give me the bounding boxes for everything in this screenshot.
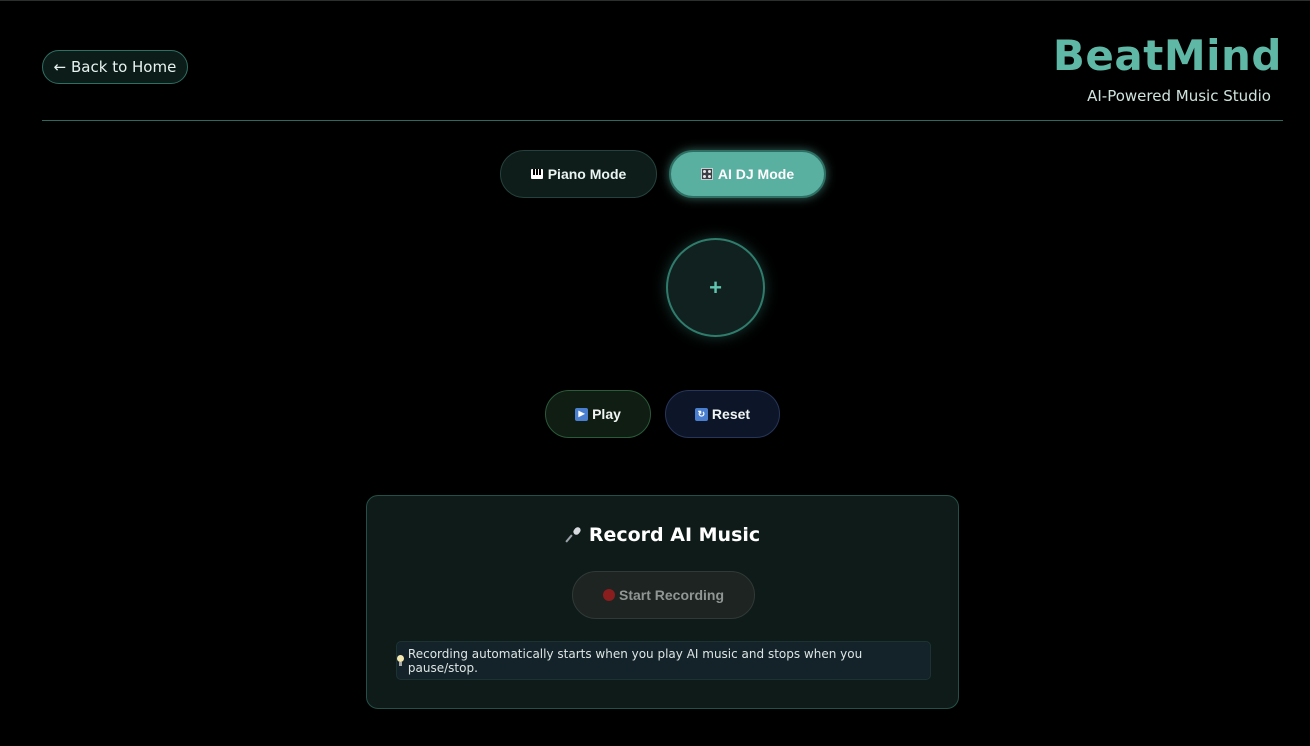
brand: BeatMind AI-Powered Music Studio (1053, 31, 1282, 105)
piano-keys-icon (530, 169, 543, 179)
start-recording-button[interactable]: Start Recording (572, 571, 755, 619)
play-label: Play (592, 406, 621, 422)
reset-button[interactable]: ↻ Reset (665, 390, 780, 438)
header-divider (42, 120, 1283, 121)
reset-label: Reset (711, 406, 751, 422)
lightbulb-icon (397, 655, 404, 666)
play-icon: ▶ (575, 407, 589, 421)
record-panel: Record AI Music Start Recording Recordin… (366, 495, 959, 709)
mixer-console-icon (700, 168, 713, 180)
piano-mode-button[interactable]: Piano Mode (500, 150, 657, 198)
ai-dj-mode-button[interactable]: AI DJ Mode (669, 150, 826, 198)
start-recording-label: Start Recording (618, 587, 724, 603)
page: ← Back to Home BeatMind AI-Powered Music… (0, 0, 1310, 746)
microphone-icon (565, 526, 583, 544)
brand-title: BeatMind (1052, 31, 1282, 80)
record-panel-title: Record AI Music (367, 524, 958, 546)
plus-icon: + (709, 274, 722, 300)
piano-mode-label: Piano Mode (547, 166, 627, 182)
back-to-home-label: ← Back to Home (53, 58, 177, 76)
ai-dj-mode-label: AI DJ Mode (717, 166, 795, 182)
play-button[interactable]: ▶ Play (545, 390, 651, 438)
recording-hint-text: Recording automatically starts when you … (407, 646, 863, 675)
recording-hint: Recording automatically starts when you … (396, 641, 931, 680)
brand-subtitle: AI-Powered Music Studio (1087, 87, 1271, 105)
record-dot-icon (602, 589, 615, 601)
add-track-button[interactable]: + (666, 238, 765, 337)
record-title-text: Record AI Music (588, 524, 761, 546)
reset-icon: ↻ (694, 407, 708, 421)
back-to-home-button[interactable]: ← Back to Home (42, 50, 188, 84)
